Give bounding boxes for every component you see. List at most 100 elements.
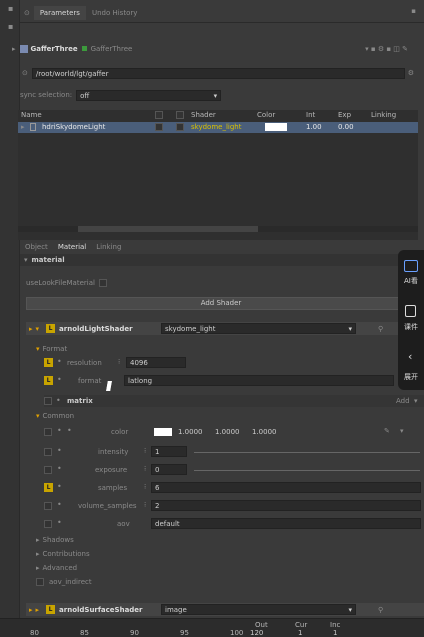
expand-icon[interactable]: ▸ — [29, 606, 33, 614]
common-group-label: Common — [42, 412, 75, 420]
intensity-field[interactable]: 1 — [151, 446, 187, 457]
param-checkbox[interactable] — [44, 428, 52, 436]
slider-icon[interactable]: ⁝ — [144, 447, 146, 455]
dot-icon: • — [57, 500, 62, 509]
advanced-group[interactable]: ▸ Advanced — [36, 564, 77, 572]
header-checkbox[interactable] — [155, 111, 163, 119]
cur-value[interactable]: 1 — [298, 629, 302, 637]
gear-icon[interactable]: ⚙ — [408, 69, 414, 77]
node-name[interactable]: GafferThree — [31, 45, 78, 53]
color-swatch[interactable] — [265, 123, 287, 131]
ai-icon[interactable] — [404, 260, 418, 272]
ai-label[interactable]: AI看 — [404, 276, 418, 286]
menu-dot-icon[interactable]: ▪ — [8, 4, 13, 13]
param-checkbox[interactable] — [44, 448, 52, 456]
common-group[interactable]: ▾ Common — [36, 412, 74, 420]
tab-parameters[interactable]: Parameters — [33, 6, 86, 20]
local-lock-icon[interactable]: L — [44, 376, 53, 385]
expand-icon: ▸ — [36, 550, 40, 558]
local-lock-icon[interactable]: L — [46, 605, 56, 614]
header-checkbox[interactable] — [176, 111, 184, 119]
slider-icon[interactable]: ⁝ — [144, 483, 146, 491]
volume-samples-field[interactable]: 2 — [151, 500, 421, 511]
sync-dropdown[interactable]: off ▾ — [76, 89, 222, 101]
color-g[interactable]: 1.0000 — [215, 428, 240, 436]
light-name[interactable]: hdriSkydomeLight — [42, 123, 105, 131]
contributions-group[interactable]: ▸ Contributions — [36, 550, 90, 558]
color-r[interactable]: 1.0000 — [178, 428, 203, 436]
row-checkbox[interactable] — [155, 123, 163, 131]
tab-object[interactable]: Object — [20, 243, 53, 251]
header-name[interactable]: Name — [21, 111, 42, 119]
tab-material[interactable]: Material — [53, 243, 91, 251]
expand-icon[interactable]: ▸ — [29, 325, 33, 333]
local-lock-icon[interactable]: L — [44, 358, 53, 367]
path-field[interactable]: /root/world/lgt/gaffer — [31, 67, 405, 79]
param-checkbox[interactable] — [44, 520, 52, 528]
toolbar-icons[interactable]: ▾ ▪ ⚙ ▪ ◫ ✎ — [365, 45, 408, 53]
courseware-label[interactable]: 课件 — [404, 322, 418, 332]
expand-icon[interactable]: ▸ — [12, 45, 16, 53]
format-group[interactable]: ▾ Format — [36, 345, 67, 353]
param-checkbox[interactable] — [44, 502, 52, 510]
row-int[interactable]: 1.00 — [306, 123, 322, 131]
row-exp[interactable]: 0.00 — [338, 123, 354, 131]
matrix-checkbox[interactable] — [44, 397, 52, 405]
color-swatch[interactable] — [154, 428, 172, 436]
search-icon[interactable]: ⚲ — [378, 606, 383, 614]
tab-linking[interactable]: Linking — [91, 243, 126, 251]
material-section-header[interactable]: ▾ material — [20, 254, 424, 266]
resolution-field[interactable]: 4096 — [126, 357, 186, 368]
sync-label: sync selection: — [20, 91, 73, 99]
menu-dot-icon[interactable]: ▪ — [8, 22, 13, 31]
surface-shader-dropdown[interactable]: image ▾ — [161, 604, 356, 615]
node-header: ▸ GafferThree GafferThree ▾ ▪ ⚙ ▪ ◫ ✎ — [12, 42, 424, 55]
light-shader-dropdown[interactable]: skydome_light ▾ — [161, 323, 356, 334]
panel-menu-icon[interactable]: ▪ — [411, 7, 416, 15]
header-int[interactable]: Int — [306, 111, 315, 119]
exposure-field[interactable]: 0 — [151, 464, 187, 475]
intensity-slider[interactable] — [194, 452, 420, 453]
format-field[interactable]: latlong — [124, 375, 394, 386]
row-shader[interactable]: skydome_light — [191, 123, 241, 131]
timeline[interactable]: 80 85 90 95 100 Out Cur Inc 120 1 1 — [0, 618, 424, 637]
table-row[interactable]: ▸ hdriSkydomeLight skydome_light 1.00 0.… — [18, 122, 418, 133]
expand-icon[interactable]: ▸ — [36, 606, 40, 614]
color-b[interactable]: 1.0000 — [252, 428, 277, 436]
expand-icon[interactable]: ▸ — [21, 123, 25, 131]
aov-indirect-checkbox[interactable] — [36, 578, 44, 586]
add-matrix-button[interactable]: Add — [396, 397, 410, 405]
tab-undo-history[interactable]: Undo History — [86, 6, 143, 20]
collapse-icon[interactable]: ▾ — [36, 325, 40, 333]
header-shader[interactable]: Shader — [191, 111, 216, 119]
pin-icon[interactable]: ⊙ — [20, 9, 34, 17]
courseware-icon[interactable] — [405, 305, 416, 317]
search-icon[interactable]: ⚲ — [378, 325, 383, 333]
horizontal-scrollbar[interactable] — [18, 226, 418, 232]
local-lock-icon[interactable]: L — [46, 324, 56, 333]
use-look-file-label: useLookFileMaterial — [26, 279, 95, 287]
inc-value[interactable]: 1 — [333, 629, 337, 637]
samples-field[interactable]: 6 — [151, 482, 421, 493]
local-lock-icon[interactable]: L — [44, 483, 53, 492]
expand-label[interactable]: 展开 — [404, 372, 418, 382]
out-value[interactable]: 120 — [250, 629, 263, 637]
slider-icon[interactable]: ⁝ — [144, 501, 146, 509]
chevron-left-icon[interactable]: ‹ — [408, 350, 412, 363]
shadows-group[interactable]: ▸ Shadows — [36, 536, 74, 544]
add-shader-button[interactable]: Add Shader — [26, 297, 416, 310]
param-checkbox[interactable] — [44, 466, 52, 474]
row-checkbox[interactable] — [176, 123, 184, 131]
header-color[interactable]: Color — [257, 111, 275, 119]
header-exp[interactable]: Exp — [338, 111, 351, 119]
slider-icon[interactable]: ⁝ — [144, 465, 146, 473]
use-look-file-checkbox[interactable] — [98, 279, 107, 287]
chevron-down-icon[interactable]: ▾ — [414, 397, 418, 405]
slider-icon[interactable]: ⁝ — [118, 358, 120, 366]
header-linking[interactable]: Linking — [371, 111, 396, 119]
chevron-down-icon[interactable]: ▾ — [400, 427, 404, 435]
aov-field[interactable]: default — [151, 518, 421, 529]
collapse-icon: ▾ — [24, 256, 28, 264]
exposure-slider[interactable] — [194, 470, 420, 471]
pencil-icon[interactable]: ✎ — [384, 427, 390, 435]
